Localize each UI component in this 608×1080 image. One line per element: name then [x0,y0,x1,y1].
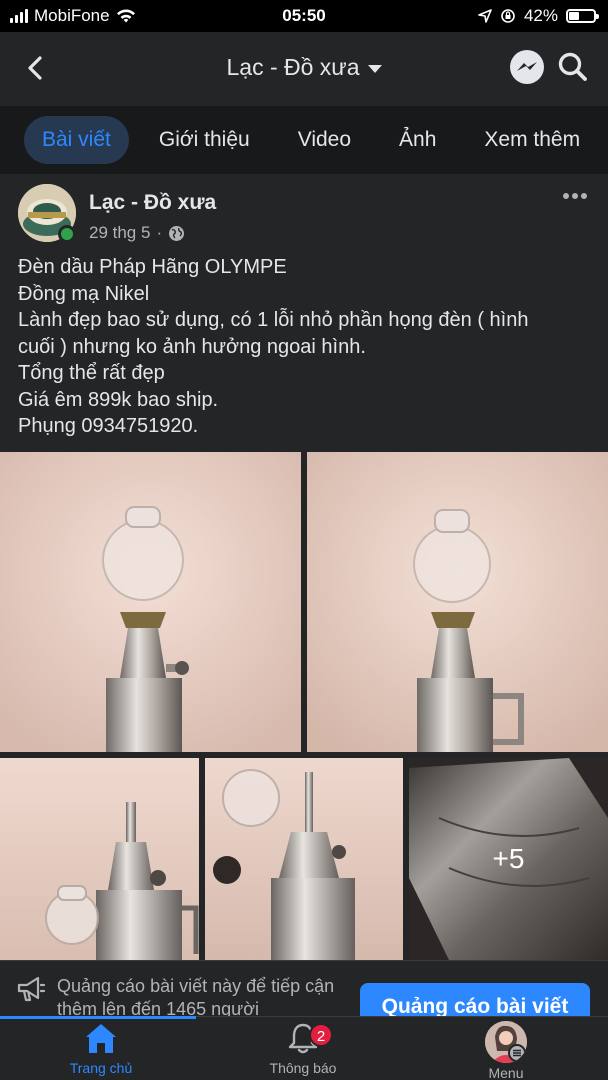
boost-post-button[interactable]: Quảng cáo bài viết [360,983,590,1018]
status-bar: MobiFone 05:50 42% [0,0,608,32]
page-header: Lạc - Đồ xưa [0,32,608,106]
nav-notifications[interactable]: 2 Thông báo [233,1021,373,1076]
post-photo-5[interactable]: +5 [409,758,608,960]
post-photo-4[interactable] [205,758,403,960]
location-icon [478,9,492,23]
boost-post-bar: Quảng cáo bài viết này để tiếp cận thêm … [0,960,608,1018]
nav-notifications-label: Thông báo [269,1060,337,1076]
home-icon [86,1024,116,1053]
search-icon[interactable] [556,50,590,84]
post-text-line: Tổng thể rất đẹp [18,362,165,384]
battery-icon [566,9,599,23]
battery-percent: 42% [523,6,558,25]
page-title: Lạc - Đồ xưa [226,54,360,80]
post-photo-3[interactable] [0,758,199,960]
more-options-icon[interactable] [562,192,588,200]
megaphone-icon [17,976,46,1002]
notification-badge: 2 [309,1023,333,1047]
post-author[interactable]: Lạc - Đồ xưa [89,191,216,215]
boost-post-text: Quảng cáo bài viết này để tiếp cận thêm … [57,976,335,1018]
post-text-line: Đồng mạ Nikel [18,282,150,305]
tab-about[interactable]: Giới thiệu [141,116,268,164]
profile-avatar [485,1021,527,1063]
post-text-line: cuối ) nhưng ko ảnh hưởng ngoai hình. [18,335,366,358]
caret-down-icon [367,64,382,73]
post-photo-2[interactable] [307,452,608,752]
globe-icon [169,225,185,241]
post-photo-1[interactable] [0,452,301,752]
post-date[interactable]: 29 thg 5 [89,223,150,243]
nav-home-label: Trang chủ [69,1060,133,1076]
post-text-line: Phụng 0934751920. [18,415,199,437]
more-photos-count: +5 [409,758,608,960]
page-tabs: Bài viết Giới thiệu Video Ảnh Xem thêm [0,106,608,174]
online-status-dot [58,225,76,243]
tab-photos[interactable]: Ảnh [381,116,454,164]
post-card: Lạc - Đồ xưa 29 thg 5 · Đèn dầu Pháp Hãn… [0,174,608,960]
loading-progress [0,1016,196,1019]
nav-home[interactable]: Trang chủ [31,1021,171,1076]
post-text-line: Đèn dầu Pháp Hãng OLYMPE [18,256,287,278]
post-meta: 29 thg 5 · [89,223,185,243]
tab-posts[interactable]: Bài viết [24,116,129,164]
status-right: 42% [478,6,599,26]
post-text: Đèn dầu Pháp Hãng OLYMPE Đồng mạ Nikel L… [18,254,598,440]
messenger-icon[interactable] [508,48,546,86]
tab-see-more[interactable]: Xem thêm [466,116,598,164]
post-text-line: Giá êm 899k bao ship. [18,388,219,411]
nav-menu[interactable]: Menu [436,1021,576,1080]
tab-video[interactable]: Video [280,116,369,164]
nav-menu-label: Menu [488,1065,524,1080]
orientation-lock-icon [501,9,515,23]
post-text-line: Lành đẹp bao sử dụng, có 1 lỗi nhỏ phần … [18,309,529,331]
bottom-nav: Trang chủ 2 Thông báo Menu [0,1016,608,1080]
